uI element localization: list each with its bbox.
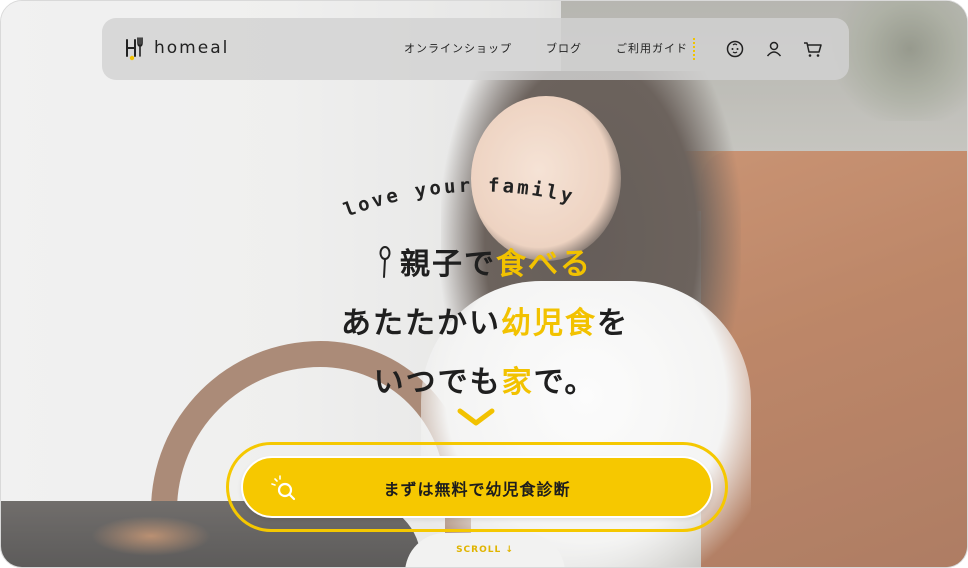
headline-line-1: 親子で食べる — [1, 239, 967, 287]
main-nav: オンラインショップ ブログ ご利用ガイド — [404, 40, 722, 56]
nav-user-guide[interactable]: ご利用ガイド — [616, 40, 688, 56]
nav-divider — [693, 38, 695, 60]
headline-line-2-suffix: を — [597, 306, 629, 341]
chevron-down-icon — [456, 405, 496, 429]
arrow-down-icon: ↓ — [505, 545, 514, 555]
scroll-indicator[interactable]: SCROLL ↓ — [405, 533, 565, 567]
scroll-label: SCROLL ↓ — [405, 545, 565, 555]
nav-blog[interactable]: ブログ — [546, 40, 582, 56]
svg-text:love your family: love your family — [341, 174, 578, 221]
headline-line-3-suffix: で。 — [533, 365, 597, 400]
headline-line-3-accent: 家 — [501, 365, 534, 400]
scroll-label-text: SCROLL — [456, 545, 502, 555]
headline-line-3-text: いつでも — [373, 365, 502, 400]
headline-line-2: あたたかい幼児食を — [1, 298, 967, 342]
tagline-text: love your family — [341, 174, 575, 221]
account-icon[interactable] — [763, 38, 785, 60]
headline-line-2-accent: 幼児食 — [501, 306, 597, 341]
logo-mark-icon — [124, 34, 148, 62]
diagnosis-cta-button[interactable]: まずは無料で幼児食診断 — [241, 456, 713, 518]
cta-label: まずは無料で幼児食診断 — [383, 480, 571, 499]
nav-online-shop[interactable]: オンラインショップ — [404, 40, 512, 56]
spoon-icon — [378, 245, 392, 287]
baby-face-icon[interactable] — [724, 38, 746, 60]
site-header: homeal オンラインショップ ブログ ご利用ガイド — [102, 18, 849, 80]
logo-text: homeal — [154, 38, 230, 58]
hero-tagline: love your family — [331, 169, 631, 229]
logo[interactable]: homeal — [124, 34, 229, 62]
headline-line-1-text: 親子で — [400, 247, 496, 282]
headline-line-3: いつでも家で。 — [1, 357, 967, 401]
page-frame: homeal オンラインショップ ブログ ご利用ガイド love your fa… — [0, 0, 968, 568]
headline-line-1-accent: 食べる — [496, 247, 592, 282]
headline-line-2-text: あたたかい — [341, 306, 501, 341]
cart-icon[interactable] — [802, 38, 824, 60]
